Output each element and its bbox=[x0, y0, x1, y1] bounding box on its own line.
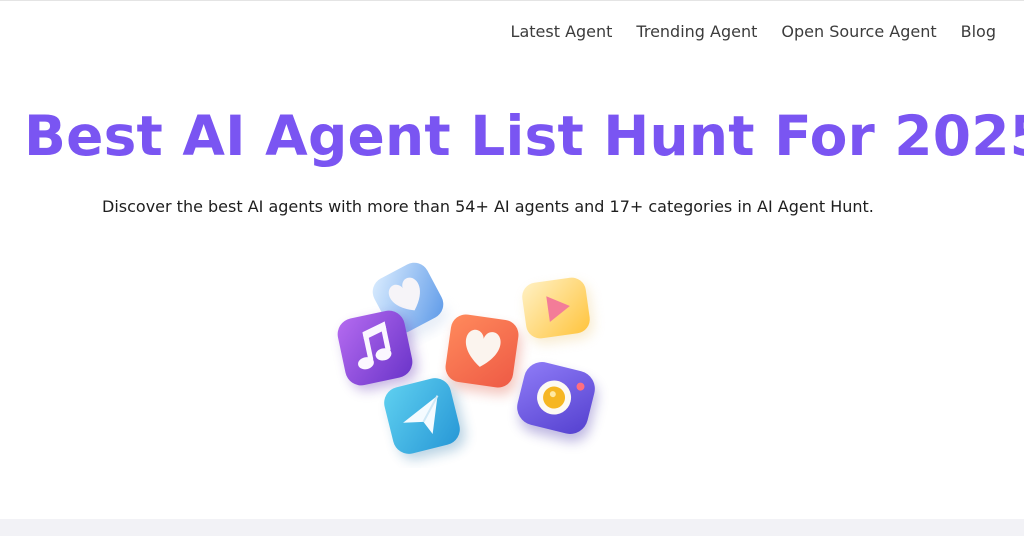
nav-latest-agent[interactable]: Latest Agent bbox=[511, 22, 613, 41]
top-divider bbox=[0, 0, 1024, 1]
hero-illustration bbox=[337, 262, 598, 460]
bottom-section-band bbox=[0, 519, 1024, 536]
camera-tile bbox=[517, 362, 598, 442]
nav-open-source-agent[interactable]: Open Source Agent bbox=[781, 22, 936, 41]
hero-title: Best AI Agent List Hunt For 2025 bbox=[24, 104, 1024, 168]
nav-blog[interactable]: Blog bbox=[961, 22, 996, 41]
orange-heart-tile bbox=[445, 314, 522, 395]
nav-trending-agent[interactable]: Trending Agent bbox=[636, 22, 757, 41]
hero-subtitle: Discover the best AI agents with more th… bbox=[102, 197, 874, 216]
play-tile bbox=[522, 277, 594, 344]
top-navigation: Latest Agent Trending Agent Open Source … bbox=[511, 22, 996, 41]
